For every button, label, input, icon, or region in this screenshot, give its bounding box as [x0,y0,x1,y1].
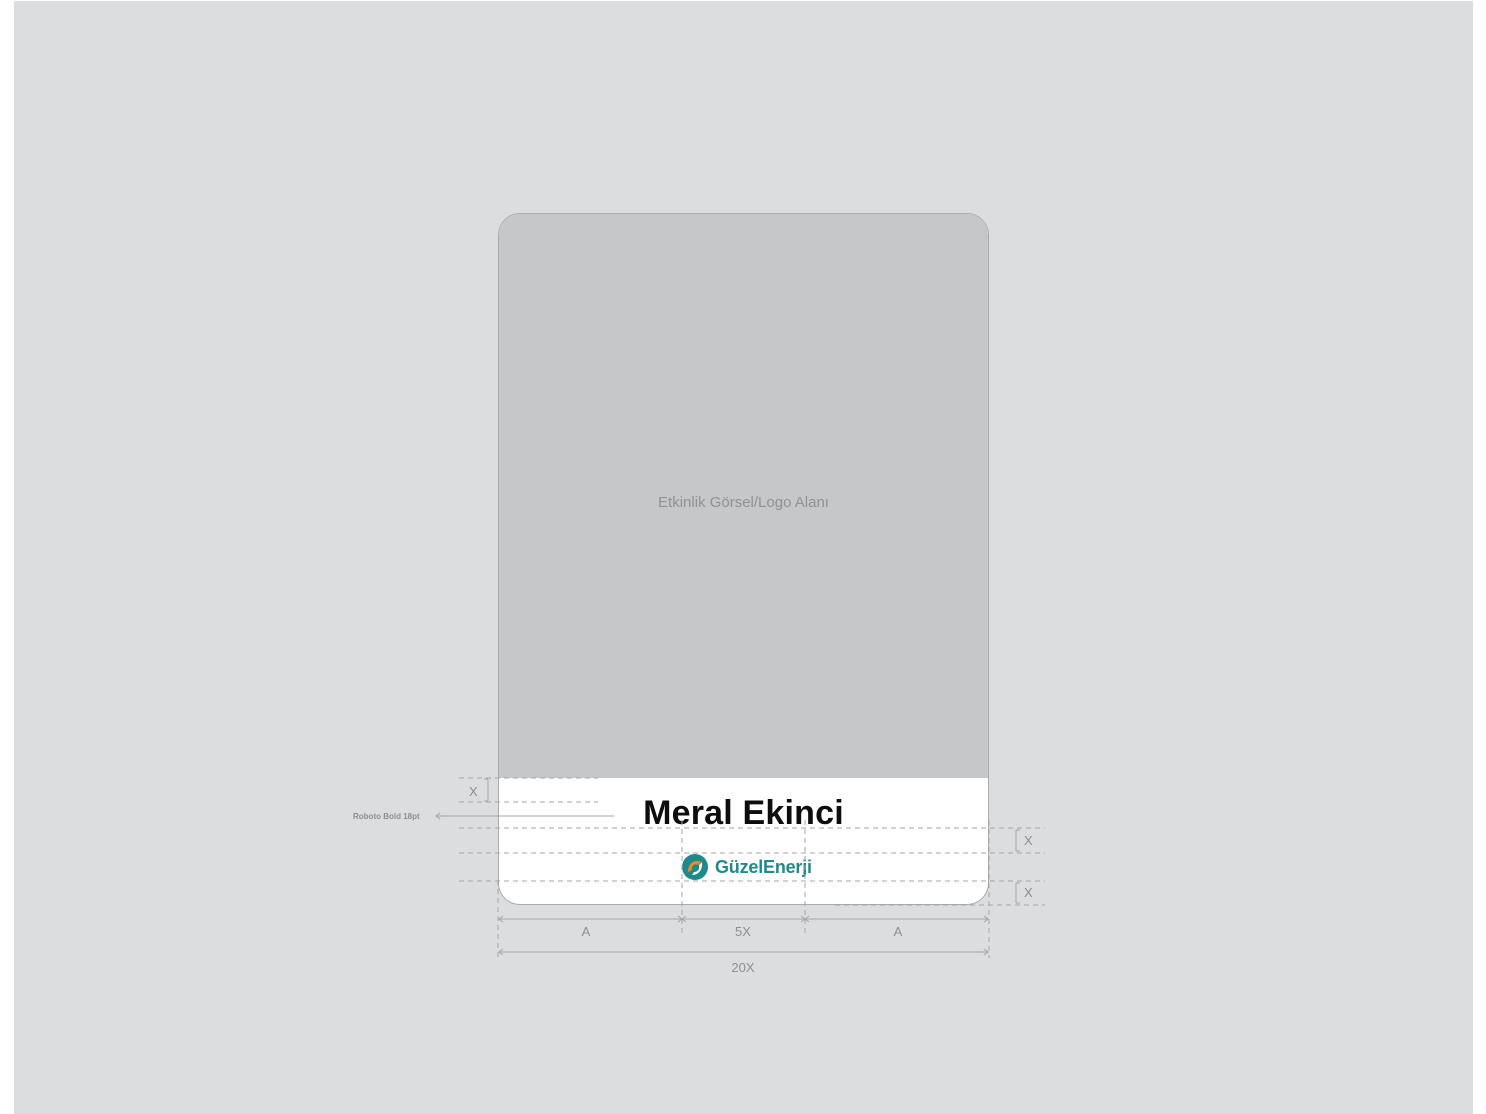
attendee-name: Meral Ekinci [643,794,844,832]
badge-card: Etkinlik Görsel/Logo Alanı Meral Ekinci … [498,213,989,905]
guzelenerji-logo-icon [682,854,708,880]
logo-wordmark: GüzelEnerji [715,856,812,877]
company-logo: GüzelEnerji [681,851,812,883]
event-image-area: Etkinlik Görsel/Logo Alanı [499,214,988,778]
font-spec-annotation: Roboto Bold 18pt [353,812,420,821]
image-area-label: Etkinlik Görsel/Logo Alanı [658,494,829,511]
